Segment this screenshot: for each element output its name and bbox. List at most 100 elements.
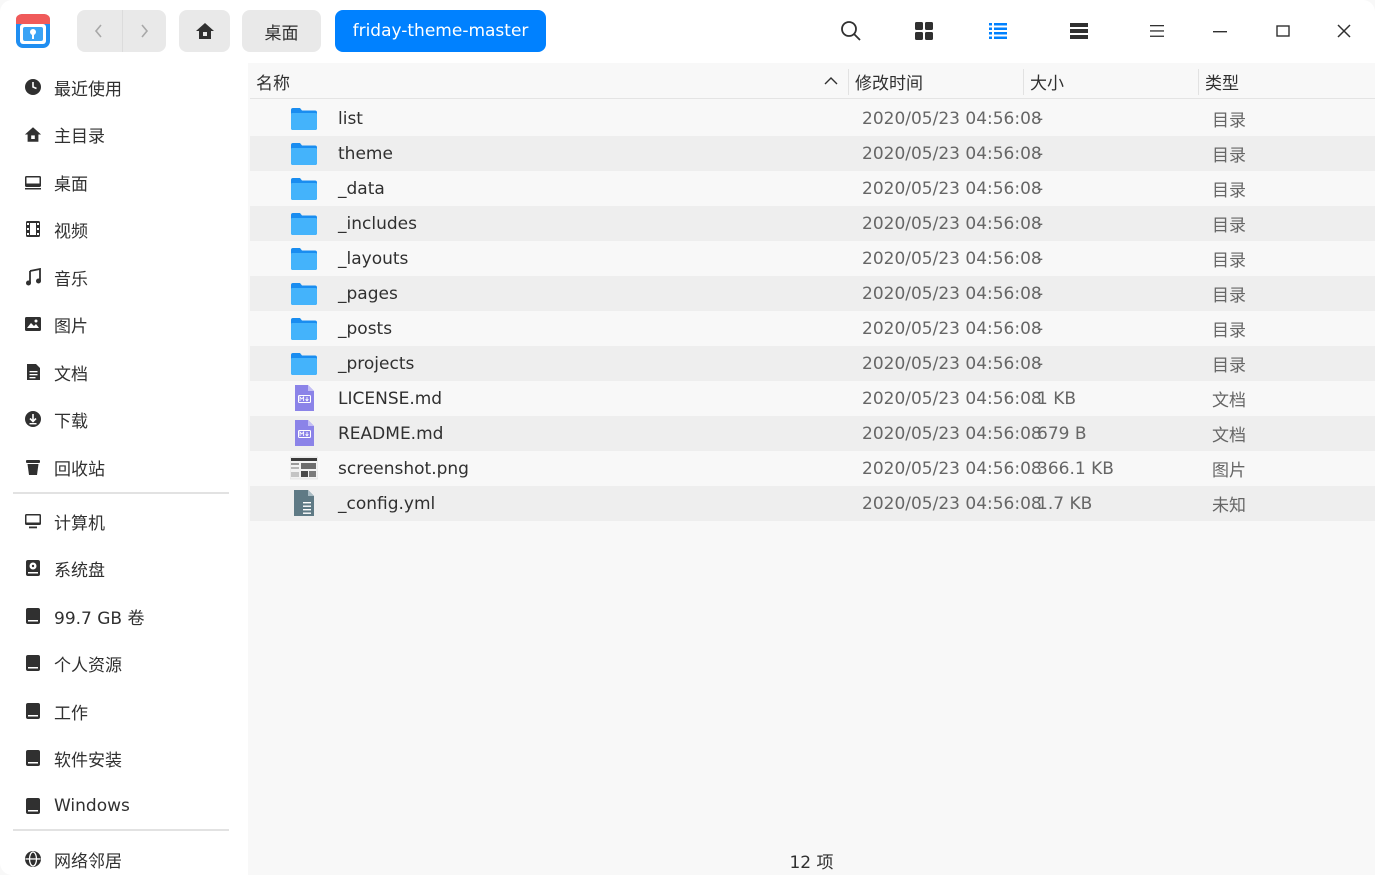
sidebar-item-label: 工作 (54, 703, 88, 724)
breadcrumb-desktop[interactable]: 桌面 (242, 10, 321, 52)
sidebar-item-trash[interactable]: 回收站 (0, 447, 248, 487)
sidebar-item-label: 软件安装 (54, 750, 122, 771)
file-name: LICENSE.md (338, 388, 443, 409)
file-modified: 2020/05/23 04:56:08 (862, 458, 1042, 479)
column-header-modified[interactable]: 修改时间 (855, 63, 923, 99)
drive-icon (24, 654, 42, 672)
sidebar-item-label: 图片 (54, 316, 88, 337)
file-name: _posts (338, 318, 393, 339)
close-button[interactable] (1329, 16, 1359, 46)
sidebar-item-computer[interactable]: 计算机 (0, 501, 248, 541)
sidebar-item-recent[interactable]: 最近使用 (0, 67, 248, 107)
file-row[interactable]: screenshot.png 2020/05/23 04:56:08 366.1 K… (250, 451, 1375, 486)
file-type: 目录 (1212, 321, 1246, 341)
icon-view-button[interactable] (909, 16, 939, 46)
system-disk-icon (24, 559, 42, 577)
detail-view-button[interactable] (1064, 16, 1094, 46)
main-menu-button[interactable] (1142, 16, 1172, 46)
trash-icon (24, 458, 42, 476)
minimize-icon (1213, 31, 1227, 33)
file-type: 目录 (1212, 111, 1246, 131)
home-button[interactable] (179, 10, 230, 52)
file-name: _includes (338, 213, 417, 234)
file-row[interactable]: list 2020/05/23 04:56:08- 目录 (250, 101, 1375, 136)
column-header-label: 修改时间 (855, 73, 923, 94)
file-row[interactable]: _data 2020/05/23 04:56:08- 目录 (250, 171, 1375, 206)
forward-button[interactable] (121, 10, 167, 52)
file-name: screenshot.png (338, 458, 469, 479)
sidebar-item-software[interactable]: 软件安装 (0, 738, 248, 778)
file-name: list (338, 108, 363, 129)
document-icon (24, 363, 42, 381)
folder-icon (290, 279, 318, 307)
file-row[interactable]: LICENSE.md 2020/05/23 04:56:08 1 KB 文档 (250, 381, 1375, 416)
sidebar-item-pictures[interactable]: 图片 (0, 304, 248, 344)
file-row[interactable]: _config.yml 2020/05/23 04:56:08 1.7 KB 未知 (250, 486, 1375, 521)
column-separator[interactable] (1198, 69, 1199, 95)
chevron-right-icon (141, 24, 149, 38)
search-button[interactable] (836, 16, 866, 46)
column-header-name[interactable]: 名称 (256, 63, 290, 99)
breadcrumb-current[interactable]: friday-theme-master (335, 10, 546, 52)
file-size: - (1037, 248, 1044, 269)
file-modified: 2020/05/23 04:56:08 (862, 108, 1042, 129)
markdown-file-icon (290, 384, 318, 412)
sidebar-item-desktop[interactable]: 桌面 (0, 162, 248, 202)
file-modified: 2020/05/23 04:56:08 (862, 248, 1042, 269)
sidebar-item-label: 下载 (54, 411, 88, 432)
list-view-button[interactable] (983, 16, 1013, 46)
sidebar-item-documents[interactable]: 文档 (0, 352, 248, 392)
file-row[interactable]: _pages 2020/05/23 04:56:08- 目录 (250, 276, 1375, 311)
file-list: list 2020/05/23 04:56:08- 目录 theme 2020/05/2… (250, 101, 1375, 521)
download-icon (24, 410, 42, 428)
folder-icon (290, 104, 318, 132)
drive-icon (24, 797, 42, 815)
file-row[interactable]: theme 2020/05/23 04:56:08- 目录 (250, 136, 1375, 171)
sidebar-item-personal[interactable]: 个人资源 (0, 643, 248, 683)
maximize-button[interactable] (1268, 16, 1298, 46)
drive-icon (24, 749, 42, 767)
file-size: - (1037, 353, 1044, 374)
file-row[interactable]: _projects 2020/05/23 04:56:08- 目录 (250, 346, 1375, 381)
file-row[interactable]: _layouts 2020/05/23 04:56:08- 目录 (250, 241, 1375, 276)
sidebar-item-label: 文档 (54, 364, 88, 385)
file-row[interactable]: README.md 2020/05/23 04:56:08 679 B 文档 (250, 416, 1375, 451)
drive-icon (24, 702, 42, 720)
sidebar-item-network[interactable]: 网络邻居 (0, 839, 248, 875)
text-file-icon (290, 489, 318, 517)
back-button[interactable] (77, 10, 122, 52)
sidebar-item-videos[interactable]: 视频 (0, 209, 248, 249)
status-bar-item-count: 12 项 (789, 853, 834, 873)
sidebar-item-downloads[interactable]: 下载 (0, 399, 248, 439)
column-separator[interactable] (1023, 69, 1024, 95)
column-header-type[interactable]: 类型 (1205, 63, 1239, 99)
file-name: _data (338, 178, 385, 199)
file-modified: 2020/05/23 04:56:08 (862, 423, 1042, 444)
sidebar-item-volume[interactable]: 99.7 GB 卷 (0, 596, 248, 636)
search-icon (841, 21, 861, 41)
column-header-label: 名称 (256, 73, 290, 94)
folder-icon (290, 209, 318, 237)
column-separator[interactable] (848, 69, 849, 95)
sidebar-item-work[interactable]: 工作 (0, 691, 248, 731)
sidebar-item-windows[interactable]: Windows (0, 786, 248, 826)
home-icon (195, 23, 214, 39)
file-name: README.md (338, 423, 444, 444)
file-modified: 2020/05/23 04:56:08 (862, 318, 1042, 339)
file-manager-logo-icon[interactable] (15, 12, 51, 50)
sidebar-item-music[interactable]: 音乐 (0, 257, 248, 297)
sidebar-divider (13, 829, 229, 831)
music-icon (24, 268, 42, 286)
sidebar-item-home[interactable]: 主目录 (0, 114, 248, 154)
file-size: 1 KB (1037, 388, 1077, 409)
sidebar-item-label: 主目录 (54, 126, 105, 147)
file-type: 文档 (1212, 391, 1246, 411)
minimize-button[interactable] (1205, 16, 1235, 46)
column-header-size[interactable]: 大小 (1030, 63, 1064, 99)
chevron-left-icon (95, 24, 102, 38)
file-row[interactable]: _includes 2020/05/23 04:56:08- 目录 (250, 206, 1375, 241)
sort-ascending-button[interactable] (824, 63, 844, 99)
file-size: 679 B (1037, 423, 1087, 444)
sidebar-item-system-disk[interactable]: 系统盘 (0, 548, 248, 588)
file-row[interactable]: _posts 2020/05/23 04:56:08- 目录 (250, 311, 1375, 346)
